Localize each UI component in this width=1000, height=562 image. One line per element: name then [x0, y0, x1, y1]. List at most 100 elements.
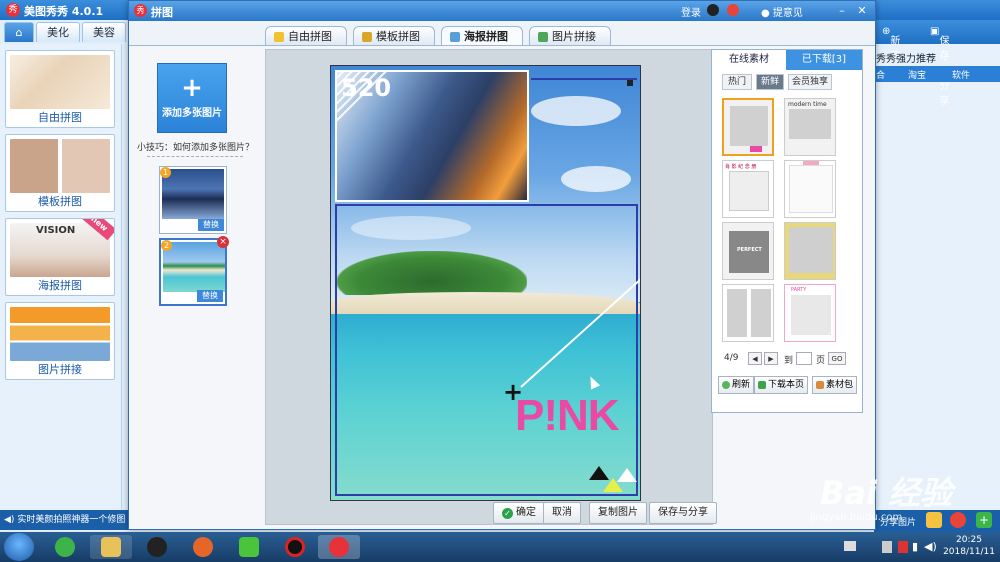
keyboard-icon[interactable]: [844, 541, 856, 551]
prev-page-button[interactable]: ◀: [748, 352, 762, 365]
save-share-main-button[interactable]: ▣ 保存与分享: [930, 26, 949, 107]
tab-free-collage[interactable]: 自由拼图: [265, 26, 347, 46]
save-share-button[interactable]: 保存与分享: [649, 502, 717, 524]
replace-button[interactable]: 替换: [198, 219, 224, 231]
tab-beauty[interactable]: 美容: [82, 22, 126, 42]
poster-canvas[interactable]: 520 + P!NK: [330, 65, 641, 501]
taskbar-app-360[interactable]: [44, 535, 86, 559]
watermark-url: jingyan.baidu.com: [810, 512, 903, 523]
template-item[interactable]: PARTY: [784, 284, 836, 342]
login-link[interactable]: 登录: [681, 4, 701, 19]
device-icon[interactable]: [882, 541, 892, 553]
download-icon: [758, 381, 766, 389]
dialog-content: + 添加多张图片 小技巧：如何添加多张图片？ 1 替换 2 替换 × 520 +…: [129, 45, 875, 529]
weibo-icon[interactable]: [727, 4, 739, 16]
template-accent: [750, 146, 762, 152]
main-tabs: ⌂ 美化 美容: [4, 22, 126, 42]
slot-number-badge: 1: [160, 167, 171, 178]
taskbar-app-iqiyi[interactable]: [228, 535, 270, 559]
page-indicator: 4/9: [724, 353, 739, 363]
image-slot-2[interactable]: 2 替换 ×: [159, 236, 229, 306]
qq-icon[interactable]: [707, 4, 719, 16]
taskbar-app-firefox[interactable]: [182, 535, 224, 559]
template-item[interactable]: [722, 98, 774, 156]
go-button[interactable]: GO: [828, 352, 846, 365]
home-icon: ⌂: [15, 26, 23, 39]
volume-icon[interactable]: ◀): [924, 540, 937, 553]
cloud: [561, 166, 631, 192]
tab-downloaded[interactable]: 已下载[3]: [786, 50, 862, 70]
template-block: [730, 106, 768, 146]
tab-online-materials[interactable]: 在线素材: [712, 50, 786, 70]
taskbar-app-qq[interactable]: [136, 535, 178, 559]
template-item[interactable]: [722, 284, 774, 342]
template-item[interactable]: [784, 160, 836, 218]
template-block: [727, 289, 747, 337]
tab-poster-collage[interactable]: 海报拼图: [441, 26, 523, 46]
poster-pink-text[interactable]: P!NK: [515, 391, 620, 441]
network-icon[interactable]: ▮: [912, 540, 918, 553]
add-images-label: 添加多张图片: [162, 108, 222, 119]
sidebar-item-label: 模板拼图: [38, 195, 82, 208]
package-icon: [816, 381, 824, 389]
subtab-fresh[interactable]: 新鲜: [756, 74, 784, 90]
subtab-member[interactable]: 会员独享: [788, 74, 832, 90]
tip-link[interactable]: 小技巧：如何添加多张图片？: [137, 140, 254, 153]
template-item[interactable]: 肖 影 纪 念 册: [722, 160, 774, 218]
confirm-label: 确定: [516, 507, 536, 518]
feedback-link[interactable]: ● 提意见: [761, 4, 803, 19]
triangle-decoration: [617, 468, 637, 482]
poster-thumb-text: VISION: [36, 225, 76, 236]
status-text: 实时美颜拍照神器一个修图: [17, 515, 126, 525]
template-block: [791, 295, 831, 335]
tab-image-splice[interactable]: 图片拼接: [529, 26, 611, 46]
speaker-icon: ◀): [4, 515, 15, 525]
recommend-tab-taobao[interactable]: 淘宝: [908, 68, 926, 81]
goto-label: 到: [784, 356, 794, 366]
start-button-icon[interactable]: [4, 533, 34, 561]
template-item[interactable]: PERFECT: [722, 222, 774, 280]
page-input[interactable]: [796, 352, 812, 365]
download-page-button[interactable]: 下载本页: [754, 376, 809, 394]
template-block: [789, 165, 833, 213]
taskbar-app-explorer[interactable]: [90, 535, 132, 559]
sidebar-item-label: 海报拼图: [38, 279, 82, 292]
template-text: modern time: [788, 101, 827, 108]
security-icon[interactable]: [898, 541, 908, 553]
sidebar-item-template-collage[interactable]: 模板拼图: [5, 134, 115, 212]
sidebar-item-free-collage[interactable]: 自由拼图: [5, 50, 115, 128]
refresh-button[interactable]: 刷新: [718, 376, 755, 394]
sidebar-item-image-splice[interactable]: 图片拼接: [5, 302, 115, 380]
materials-tabs: 在线素材 已下载[3]: [712, 50, 862, 70]
main-right-panel: ⊕ 新建 ▣ 保存与分享 秀秀强力推荐 合 淘宝 软件: [874, 20, 1000, 510]
minimize-button[interactable]: –: [833, 3, 851, 19]
recommend-tab-collage[interactable]: 合: [876, 68, 885, 81]
recommend-tab-software[interactable]: 软件: [952, 68, 970, 81]
confirm-button[interactable]: ✓ 确定: [493, 502, 545, 524]
slot-image: [162, 169, 224, 219]
taskbar-clock[interactable]: 20:25 2018/11/11: [940, 534, 998, 558]
replace-button[interactable]: 替换: [197, 290, 223, 302]
taskbar-app-recorder[interactable]: [274, 535, 316, 559]
check-icon: ✓: [502, 507, 513, 519]
tab-beautify[interactable]: 美化: [36, 22, 80, 42]
image-slot-1[interactable]: 1 替换: [159, 166, 227, 234]
home-tab[interactable]: ⌂: [4, 22, 34, 42]
next-page-button[interactable]: ▶: [764, 352, 778, 365]
new-button[interactable]: ⊕ 新建: [882, 26, 900, 62]
template-item[interactable]: modern time: [784, 98, 836, 156]
tab-template-collage[interactable]: 模板拼图: [353, 26, 435, 46]
taskbar-app-meitu[interactable]: [318, 535, 360, 559]
cancel-button[interactable]: 取消: [543, 502, 581, 524]
template-item[interactable]: [784, 222, 836, 280]
corner-square: [627, 80, 633, 86]
add-multiple-images-button[interactable]: + 添加多张图片: [157, 63, 227, 133]
tab-label: 自由拼图: [288, 30, 332, 43]
template-block: [789, 109, 831, 139]
copy-image-button[interactable]: 复制图片: [589, 502, 647, 524]
sidebar-item-poster-collage[interactable]: VISION new 海报拼图: [5, 218, 115, 296]
material-package-button[interactable]: 素材包: [812, 376, 858, 394]
delete-icon[interactable]: ×: [217, 236, 229, 248]
subtab-hot[interactable]: 热门: [722, 74, 752, 90]
close-button[interactable]: ✕: [853, 3, 871, 19]
